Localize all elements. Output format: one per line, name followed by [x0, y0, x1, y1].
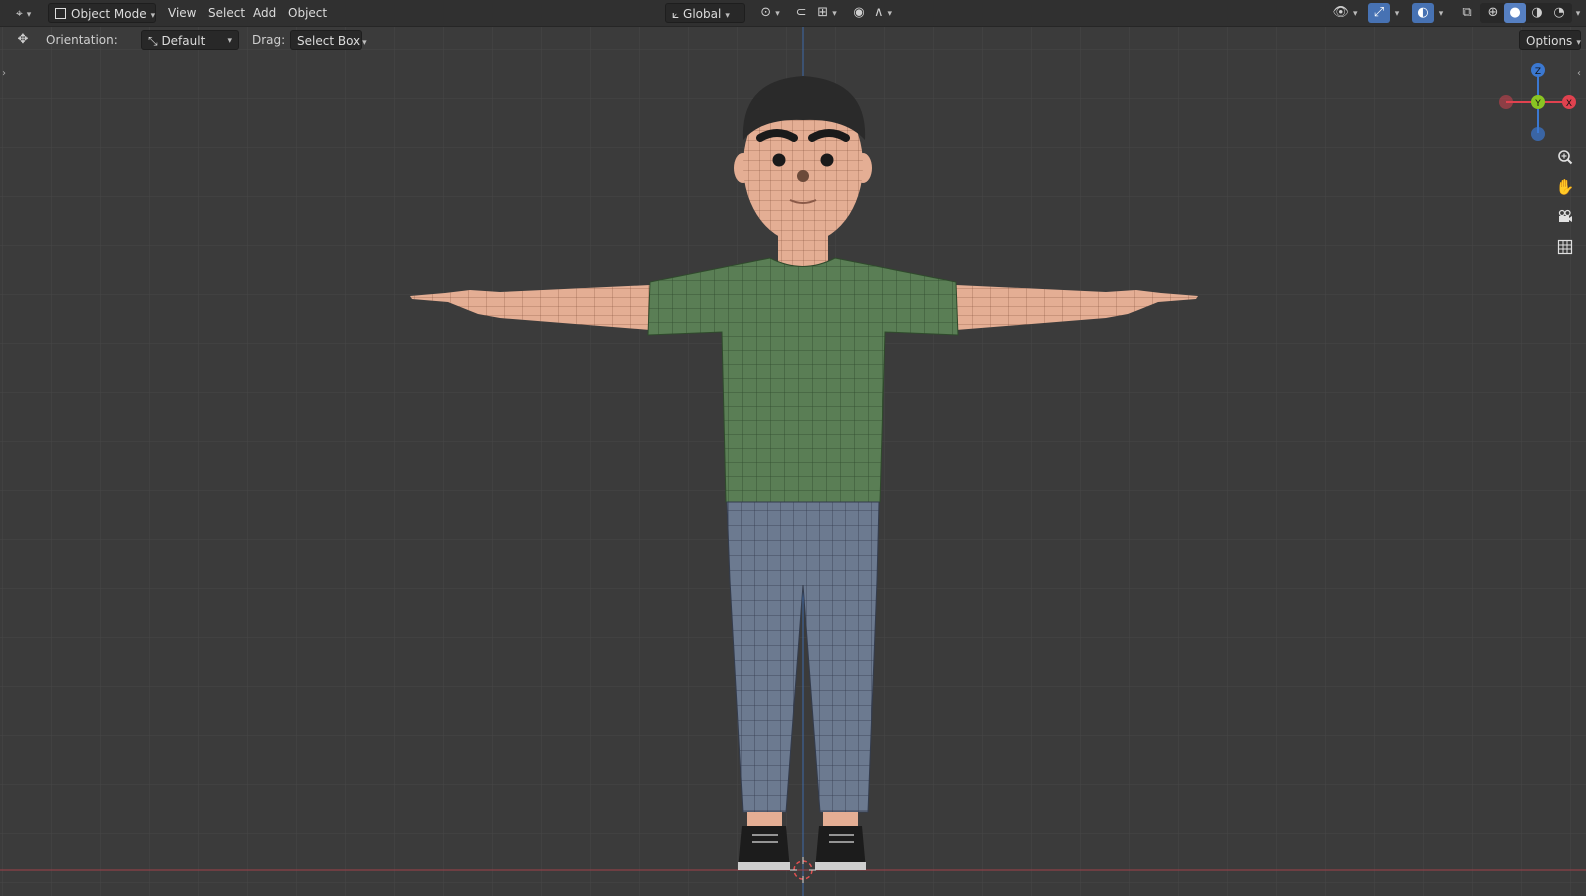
transform-orientation-dropdown[interactable]: ⟀ Global ▾ [665, 3, 745, 23]
overlay-icon[interactable]: ◐ [1412, 3, 1434, 23]
tool-settings-bar: ✥ Orientation: ⤡ Default ▾ Drag: Select B… [0, 27, 1586, 53]
camera-icon[interactable] [1552, 204, 1578, 230]
grid-ortho-icon[interactable] [1552, 234, 1578, 260]
shading-dropdown-icon[interactable]: ▾ [1572, 3, 1584, 23]
gizmo-z-label: Z [1535, 67, 1541, 77]
mode-label: Object Mode [71, 7, 147, 21]
orientation-axes-icon: ⟀ [672, 7, 680, 21]
menu-object[interactable]: Object [282, 3, 333, 23]
options-label: Options [1526, 34, 1573, 48]
drag-value: Select Box [297, 34, 361, 48]
snap-target-icon[interactable]: ⊞ ▾ [812, 3, 842, 23]
transform-orientation-label: Global [683, 7, 722, 21]
sidebar-expand-icon[interactable]: ‹ [1577, 68, 1581, 79]
viewport-header: ⌖ ▾ Object Mode ▾ View Select Add Object ⟀… [0, 0, 1586, 27]
hand-pan-icon[interactable]: ✋ [1552, 174, 1578, 200]
zoom-icon[interactable] [1552, 144, 1578, 170]
orientation-value: Default [161, 34, 206, 48]
toolbar-expand-icon[interactable]: › [2, 68, 6, 79]
mode-dropdown[interactable]: Object Mode ▾ [48, 3, 156, 23]
material-shading-icon[interactable]: ◑ [1526, 3, 1548, 23]
orientation-label: Orientation: [46, 33, 118, 47]
menu-add[interactable]: Add [247, 3, 282, 23]
proportional-edit-icon[interactable]: ◉ [848, 3, 870, 23]
drag-dropdown[interactable]: Select Box ▾ [290, 30, 367, 50]
orientation-dropdown[interactable]: ⤡ Default ▾ [141, 30, 239, 50]
falloff-icon[interactable]: ∧ ▾ [870, 3, 896, 23]
menu-view[interactable]: View [162, 3, 202, 23]
wireframe-shading-icon[interactable]: ⊕ [1482, 3, 1504, 23]
options-dropdown[interactable]: Options ▾ [1519, 30, 1581, 50]
blender-window: Z X Y ✋ › ‹ ⌖ ▾ Object Mode ▾ View Select … [0, 0, 1586, 896]
move-tool-icon[interactable]: ✥ [12, 30, 34, 50]
gizmo-z-negative[interactable] [1531, 127, 1545, 141]
drag-label: Drag: [252, 33, 286, 47]
3d-viewport[interactable]: Z X Y ✋ › ‹ [0, 0, 1586, 896]
gizmo-icon[interactable]: ⤢ [1368, 3, 1390, 23]
editor-type-button[interactable]: ⌖ ▾ [10, 3, 42, 23]
viewport-canvas[interactable]: Z X Y [0, 0, 1586, 896]
gizmo-y-label: Y [1534, 99, 1541, 109]
pivot-point-icon[interactable]: ⊙ ▾ [756, 3, 784, 23]
rendered-shading-icon[interactable]: ◔ [1548, 3, 1570, 23]
shading-mode-group: ⊕ ● ◑ ◔ [1480, 3, 1572, 23]
viewport-editor-icon: ⌖ [16, 6, 23, 20]
gizmo-dropdown-icon[interactable]: ▾ [1390, 3, 1404, 23]
eye-icon[interactable]: 👁 ▾ [1330, 3, 1360, 23]
orientation-icon: ⤡ [148, 34, 158, 48]
overlay-dropdown-icon[interactable]: ▾ [1434, 3, 1448, 23]
gizmo-x-negative[interactable] [1499, 95, 1513, 109]
xray-icon[interactable]: ⧉ [1456, 3, 1478, 23]
magnet-icon[interactable]: ⊂ [790, 3, 812, 23]
menu-select[interactable]: Select [202, 3, 251, 23]
gizmo-x-label: X [1566, 99, 1572, 109]
solid-shading-icon[interactable]: ● [1504, 3, 1526, 23]
object-mode-icon [55, 8, 66, 19]
